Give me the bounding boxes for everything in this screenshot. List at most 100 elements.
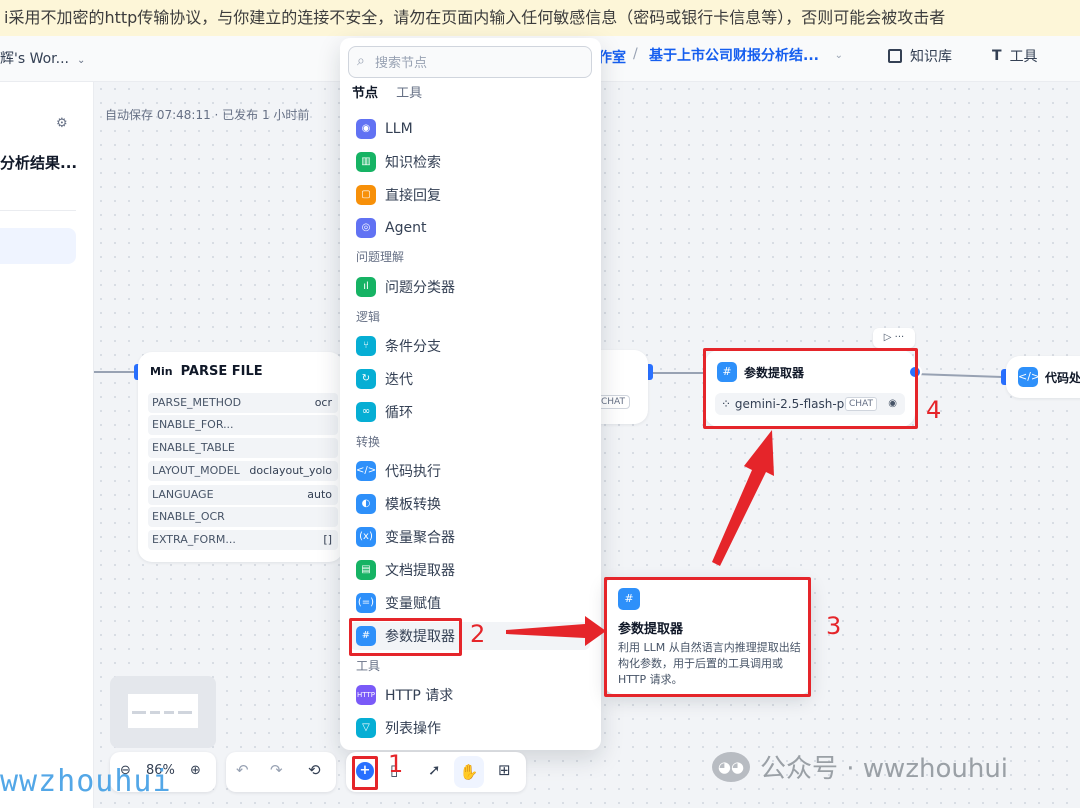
picker-item-agent[interactable]: ◎ Agent <box>350 214 590 242</box>
picker-item-doc-extractor[interactable]: ▤ 文档提取器 <box>350 556 590 584</box>
param-row: EXTRA_FORM... [] <box>148 530 338 550</box>
picker-item-http[interactable]: HTTP HTTP 请求 <box>350 681 590 709</box>
picker-tabs: 节点 工具 <box>352 82 436 101</box>
http-icon: HTTP <box>356 685 376 705</box>
wechat-icon: ◕◕ <box>712 751 750 782</box>
watermark-right: ◕◕ 公众号 · wwzhouhui <box>712 748 1008 785</box>
param-row: ENABLE_TABLE <box>148 438 338 458</box>
picker-item-list-op[interactable]: ▽ 列表操作 <box>350 714 590 742</box>
settings-sliders-icon[interactable]: ⚙ <box>56 116 68 131</box>
param-row: LANGUAGE auto <box>148 485 338 505</box>
picker-item-template[interactable]: ◐ 模板转换 <box>350 490 590 518</box>
zoom-in-icon[interactable]: ⊕ <box>190 763 201 778</box>
group-label-logic: 逻辑 <box>356 310 381 324</box>
code-node[interactable]: </> 代码处 <box>1006 356 1080 398</box>
picker-item-answer[interactable]: ▢ 直接回复 <box>350 181 590 209</box>
document-icon: ▤ <box>356 560 376 580</box>
autosave-status: 自动保存 07:48:11 · 已发布 1 小时前 <box>105 108 310 122</box>
organize-layout-icon[interactable]: ⊞ <box>498 761 511 779</box>
item-label: 代码执行 <box>385 464 441 480</box>
workspace-name: 辉's Wor... <box>0 51 70 67</box>
picker-item-assigner[interactable]: (=) 变量赋值 <box>350 589 590 617</box>
parse-node-title: PARSE FILE <box>180 364 263 379</box>
annotation-number-2: 2 <box>470 620 486 648</box>
group-label-understanding: 问题理解 <box>356 250 405 264</box>
node-run-menu[interactable]: ▷ ··· <box>873 328 915 348</box>
workspace-switcher[interactable]: 辉's Wor... ⌄ <box>0 48 85 68</box>
knowledge-label: 知识库 <box>910 49 952 65</box>
branch-icon: ⑂ <box>356 336 376 356</box>
breadcrumb-studio[interactable]: 作室 <box>598 47 626 67</box>
param-row: ENABLE_FOR... <box>148 415 338 435</box>
book-icon <box>888 49 902 63</box>
picker-item-loop[interactable]: ∞ 循环 <box>350 398 590 426</box>
param-row: LAYOUT_MODEL doclayout_yolo <box>148 461 338 481</box>
picker-item-llm[interactable]: ◉ LLM <box>350 115 590 143</box>
picker-item-ifelse[interactable]: ⑂ 条件分支 <box>350 332 590 360</box>
node-search-input[interactable] <box>375 53 585 73</box>
history-controls: ↶ ↷ ⟲ <box>226 752 336 792</box>
item-label: 列表操作 <box>385 721 441 737</box>
param-row: PARSE_METHOD ocr <box>148 393 338 413</box>
classifier-icon: ıl <box>356 277 376 297</box>
pointer-icon[interactable]: ➚ <box>428 761 441 779</box>
annotation-number-1: 1 <box>388 750 404 778</box>
annotation-box-2 <box>349 618 462 656</box>
minimap-viewport <box>128 694 198 728</box>
minimap[interactable] <box>110 676 216 748</box>
iteration-icon: ↻ <box>356 369 376 389</box>
tab-tools[interactable]: 工具 <box>396 82 422 101</box>
edge-to-param <box>648 372 705 374</box>
param-value: ocr <box>314 396 332 409</box>
picker-item-code[interactable]: </> 代码执行 <box>350 457 590 485</box>
llm-node-partial[interactable]: CHAT <box>596 350 648 424</box>
breadcrumb-app-selector[interactable]: 基于上市公司财报分析结... ⌄ <box>649 45 847 71</box>
item-label: Agent <box>385 220 427 236</box>
tools-label: 工具 <box>1009 49 1038 65</box>
filter-icon: ▽ <box>356 718 376 738</box>
hammer-icon: T <box>992 48 1002 64</box>
search-icon: ⌕ <box>357 53 365 69</box>
picker-item-aggregator[interactable]: (x) 变量聚合器 <box>350 523 590 551</box>
chevron-down-icon: ⌄ <box>834 50 843 61</box>
picker-item-knowledge[interactable]: ▥ 知识检索 <box>350 148 590 176</box>
loop-icon: ∞ <box>356 402 376 422</box>
undo-icon[interactable]: ↶ <box>236 761 249 779</box>
tab-nodes[interactable]: 节点 <box>352 82 378 101</box>
item-label: 循环 <box>385 405 413 421</box>
annotation-box-4 <box>703 348 918 429</box>
app-sidebar: ⚙ 分析结果... <box>0 82 94 808</box>
book-icon: ▥ <box>356 152 376 172</box>
picker-item-iteration[interactable]: ↻ 迭代 <box>350 365 590 393</box>
param-key: EXTRA_FORM... <box>152 533 236 546</box>
sidebar-item-orchestrate[interactable] <box>0 228 76 264</box>
group-label-tools: 工具 <box>356 659 381 673</box>
parse-node-header: Min PARSE FILE <box>150 364 263 379</box>
picker-item-classifier[interactable]: ıl 问题分类器 <box>350 273 590 301</box>
breadcrumb-separator: / <box>633 46 638 62</box>
tools-link[interactable]: T 工具 <box>992 46 1038 66</box>
param-key: ENABLE_OCR <box>152 510 225 523</box>
hand-tool-button[interactable]: ✋ <box>454 756 484 788</box>
item-label: 条件分支 <box>385 339 441 355</box>
param-key: ENABLE_FOR... <box>152 418 234 431</box>
node-search[interactable]: ⌕ <box>348 46 592 78</box>
annotation-box-1 <box>352 756 378 790</box>
agent-icon: ◎ <box>356 218 376 238</box>
item-label: 文档提取器 <box>385 563 455 579</box>
parse-file-node[interactable]: Min PARSE FILE PARSE_METHOD ocr ENABLE_FOR… <box>138 352 343 562</box>
chat-badge: CHAT <box>596 395 631 409</box>
llm-icon: ◉ <box>356 119 376 139</box>
history-icon[interactable]: ⟲ <box>308 761 321 779</box>
redo-icon[interactable]: ↷ <box>270 761 283 779</box>
edge-input-parse <box>94 371 138 373</box>
group-label-transform: 转换 <box>356 435 381 449</box>
item-label: LLM <box>385 121 413 137</box>
annotation-box-3 <box>604 577 811 697</box>
chevron-down-icon: ⌄ <box>77 55 86 66</box>
code-node-title: 代码处 <box>1045 371 1080 385</box>
knowledge-link[interactable]: 知识库 <box>888 46 952 66</box>
item-label: 变量聚合器 <box>385 530 455 546</box>
code-icon: </> <box>356 461 376 481</box>
param-value: auto <box>307 488 332 501</box>
